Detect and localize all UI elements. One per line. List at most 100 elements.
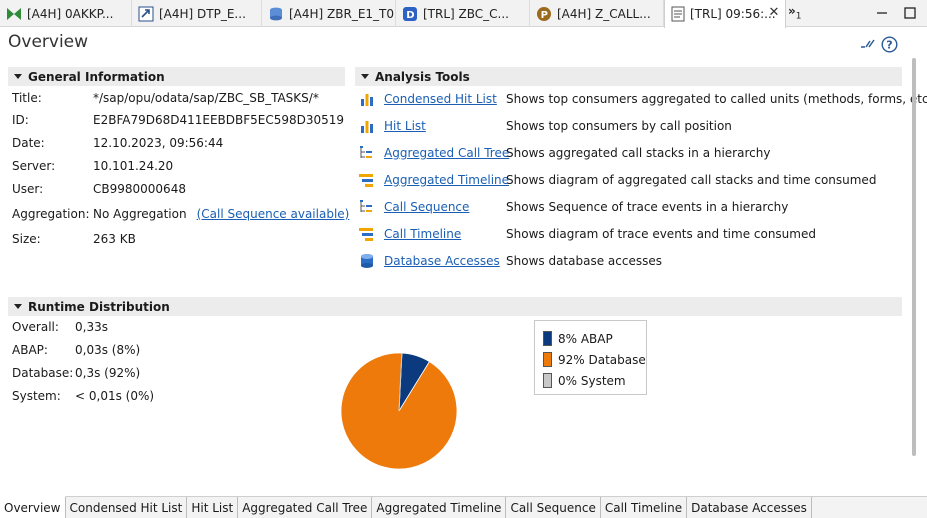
- editor-tab-5[interactable]: P [A4H] Z_CALL...: [530, 0, 664, 27]
- tool-row-call-sequence: Call Sequence Shows Sequence of trace ev…: [358, 198, 788, 216]
- runtime-label: ABAP:: [12, 343, 48, 357]
- tab-hit-list[interactable]: Hit List: [187, 497, 239, 518]
- database-icon: [361, 254, 373, 268]
- tool-description: Shows diagram of trace events and time c…: [506, 227, 816, 241]
- tool-row-condensed-hit-list: Condensed Hit List Shows top consumers a…: [358, 90, 927, 108]
- editor-tab-label: [A4H] Z_CALL...: [557, 6, 651, 21]
- general-info-label: Title:: [12, 91, 42, 105]
- database-accesses-link[interactable]: Database Accesses: [384, 254, 506, 268]
- editor-tab-label: [A4H] 0AKKP...: [27, 6, 114, 21]
- call-timeline-link[interactable]: Call Timeline: [384, 227, 506, 241]
- collapse-arrow-icon[interactable]: [14, 304, 22, 309]
- general-information-header[interactable]: General Information: [8, 67, 345, 86]
- editor-tab-label: [A4H] DTP_E...: [159, 6, 246, 21]
- tool-row-call-timeline: Call Timeline Shows diagram of trace eve…: [358, 225, 816, 243]
- tab-overview[interactable]: Overview: [0, 496, 66, 518]
- editor-tab-label: [TRL] ZBC_C...: [423, 6, 509, 21]
- maximize-icon: [904, 7, 916, 19]
- legend-item-database: 92% Database: [543, 349, 646, 370]
- cds-view-icon: D: [403, 6, 417, 21]
- runtime-value: 0,03s (8%): [75, 343, 141, 357]
- tab-aggregated-timeline[interactable]: Aggregated Timeline: [372, 497, 507, 518]
- database-table-icon: [270, 7, 282, 20]
- tab-call-timeline[interactable]: Call Timeline: [601, 497, 688, 518]
- filter-button[interactable]: [860, 36, 876, 53]
- page-title: Overview: [8, 32, 89, 52]
- legend-item-abap: 8% ABAP: [543, 328, 646, 349]
- tab-condensed-hit-list[interactable]: Condensed Hit List: [66, 497, 188, 518]
- runtime-value: 0,33s: [75, 320, 108, 334]
- editor-tab-4[interactable]: D [TRL] ZBC_C...: [396, 0, 530, 27]
- tool-description: Shows database accesses: [506, 254, 662, 268]
- general-info-row-aggregation: Aggregation: No Aggregation (Call Sequen…: [12, 205, 349, 223]
- tool-description: Shows aggregated call stacks in a hierar…: [506, 146, 771, 160]
- legend-label: 92% Database: [558, 352, 646, 367]
- collapse-arrow-icon[interactable]: [14, 74, 22, 79]
- tool-row-database-accesses: Database Accesses Shows database accesse…: [358, 252, 662, 270]
- general-info-value: No Aggregation: [93, 207, 187, 221]
- program-icon: P: [537, 6, 551, 21]
- scrollbar-thumb[interactable]: [912, 58, 916, 456]
- editor-tab-2[interactable]: [A4H] DTP_E...: [132, 0, 262, 27]
- editor-tab-1[interactable]: [A4H] 0AKKP...: [0, 0, 132, 27]
- svg-text:D: D: [406, 10, 414, 21]
- runtime-row-overall: Overall: 0,33s: [12, 318, 108, 336]
- dtp-icon: [138, 6, 154, 21]
- legend-swatch-abap: [543, 331, 552, 346]
- general-info-value: */sap/opu/odata/sap/ZBC_SB_TASKS/*: [93, 91, 319, 105]
- editor-tab-bar: [A4H] 0AKKP... [A4H] DTP_E... [A4H] ZBR_…: [0, 0, 927, 28]
- general-info-row-user: User: CB9980000648: [12, 180, 186, 198]
- bar-chart-icon: [361, 121, 373, 133]
- collapse-arrow-icon[interactable]: [361, 74, 369, 79]
- general-info-value: 12.10.2023, 09:56:44: [93, 136, 224, 150]
- trace-document-icon: [671, 6, 685, 22]
- condensed-hit-list-link[interactable]: Condensed Hit List: [384, 92, 506, 106]
- analysis-tools-header[interactable]: Analysis Tools: [355, 67, 902, 86]
- close-icon[interactable]: ✕: [767, 6, 781, 20]
- call-sequence-link[interactable]: Call Sequence: [384, 200, 506, 214]
- aggregated-call-tree-link[interactable]: Aggregated Call Tree: [384, 146, 509, 160]
- tab-overflow-button[interactable]: »1: [788, 4, 802, 21]
- bar-chart-icon: [361, 94, 373, 106]
- minimize-button[interactable]: [872, 4, 892, 22]
- chart-legend: 8% ABAP 92% Database 0% System: [534, 320, 647, 395]
- editor-tab-3[interactable]: [A4H] ZBR_E1_T0: [262, 0, 396, 27]
- help-button[interactable]: ?: [881, 36, 898, 56]
- tool-row-aggregated-timeline: Aggregated Timeline Shows diagram of agg…: [358, 171, 876, 189]
- tab-aggregated-call-tree[interactable]: Aggregated Call Tree: [238, 497, 373, 518]
- tool-row-hit-list: Hit List Shows top consumers by call pos…: [358, 117, 732, 135]
- help-icon: ?: [881, 36, 898, 53]
- legend-item-system: 0% System: [543, 370, 646, 391]
- runtime-distribution-header[interactable]: Runtime Distribution: [8, 297, 902, 316]
- legend-swatch-database: [543, 352, 552, 367]
- runtime-label: Database:: [12, 366, 74, 380]
- bottom-tab-bar: Overview Condensed Hit List Hit List Agg…: [0, 496, 927, 518]
- general-info-label: Server:: [12, 159, 56, 173]
- runtime-label: Overall:: [12, 320, 59, 334]
- general-info-label: Size:: [12, 232, 41, 246]
- tab-call-sequence[interactable]: Call Sequence: [506, 497, 601, 518]
- legend-label: 8% ABAP: [558, 331, 613, 346]
- chevron-double-right-icon: »: [788, 4, 796, 18]
- general-info-row-date: Date: 12.10.2023, 09:56:44: [12, 134, 223, 152]
- general-info-row-id: ID: E2BFA79D68D411EEBDBF5EC598D30519: [12, 111, 344, 129]
- bex-query-icon: [7, 7, 21, 20]
- general-info-value: 263 KB: [93, 232, 136, 246]
- tree-icon: [360, 200, 372, 212]
- hit-list-link[interactable]: Hit List: [384, 119, 506, 133]
- general-info-label: Aggregation:: [12, 207, 90, 221]
- editor-tab-6[interactable]: [TRL] 09:56:... ✕: [664, 0, 786, 28]
- legend-swatch-system: [543, 373, 552, 388]
- runtime-pie-chart: [340, 352, 458, 470]
- runtime-row-system: System: < 0,01s (0%): [12, 387, 154, 405]
- general-info-label: ID:: [12, 113, 29, 127]
- runtime-value: 0,3s (92%): [75, 366, 141, 380]
- tab-overflow-count: 1: [795, 11, 802, 22]
- svg-text:?: ?: [886, 39, 892, 52]
- tab-database-accesses[interactable]: Database Accesses: [687, 497, 812, 518]
- aggregated-timeline-link[interactable]: Aggregated Timeline: [384, 173, 509, 187]
- maximize-button[interactable]: [900, 4, 920, 22]
- timeline-icon: [359, 228, 373, 241]
- general-information-title: General Information: [28, 69, 165, 84]
- call-sequence-available-link[interactable]: (Call Sequence available): [197, 207, 350, 221]
